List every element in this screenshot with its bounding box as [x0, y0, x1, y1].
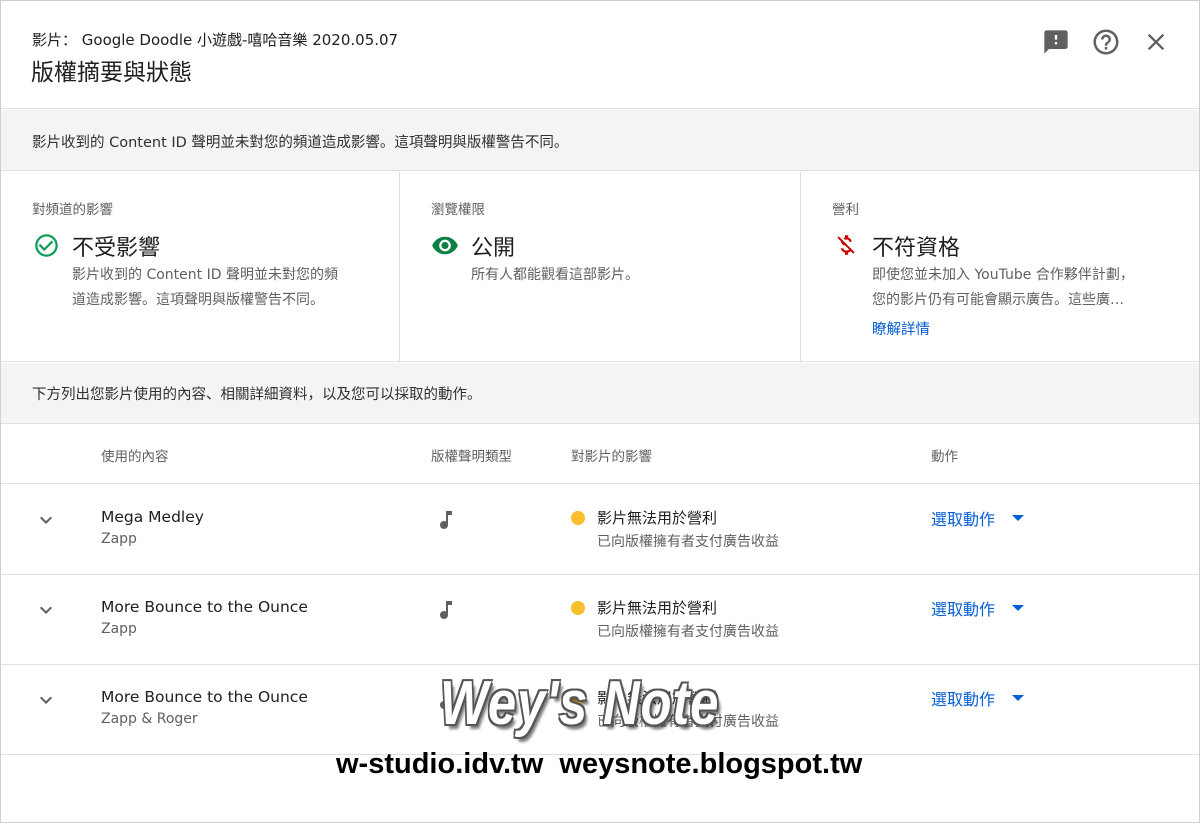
music-note-icon — [434, 597, 458, 623]
select-action-label: 選取動作 — [931, 690, 996, 709]
chevron-down-icon[interactable] — [33, 687, 59, 713]
channel-impact-desc: 影片收到的 Content ID 聲明並未對您的頻 道造成影響。這項聲明與版權警… — [72, 263, 372, 313]
dialog-header: 影片： Google Doodle 小遊戲-嘻哈音樂 2020.05.07 版權… — [1, 1, 1199, 109]
monetization-value: 不符資格 — [872, 236, 961, 261]
table-row: Mega Medley Zapp 影片無法用於營利 已向版權擁有者支付廣告收益 … — [1, 485, 1199, 575]
select-action-button[interactable]: 選取動作 — [931, 686, 1025, 710]
watermark-urls: w-studio.idv.tw weysnote.blogspot.tw — [336, 748, 863, 780]
feedback-icon[interactable] — [1041, 27, 1071, 57]
status-dot — [571, 511, 585, 525]
monetization-card: 營利 不符資格 即使您並未加入 YouTube 合作夥伴計劃， 您的影片仍有可能… — [801, 172, 1199, 362]
column-header-action: 動作 — [931, 449, 958, 465]
impact-subtext: 已向版權擁有者支付廣告收益 — [597, 624, 779, 640]
dropdown-arrow-icon — [1012, 515, 1025, 521]
impact-text: 影片無法用於營利 — [597, 599, 718, 617]
impact-subtext: 已向版權擁有者支付廣告收益 — [597, 534, 779, 550]
content-artist: Zapp & Roger — [101, 711, 198, 727]
close-icon[interactable] — [1141, 27, 1171, 57]
monetization-desc: 即使您並未加入 YouTube 合作夥伴計劃， 您的影片仍有可能會顯示廣告。這些… — [872, 263, 1172, 313]
no-monetization-icon — [832, 231, 860, 259]
watermark-logo: Wey's Note — [440, 669, 720, 738]
channel-impact-desc-line: 道造成影響。這項聲明與版權警告不同。 — [72, 292, 324, 308]
select-action-label: 選取動作 — [931, 510, 996, 529]
channel-impact-desc-line: 影片收到的 Content ID 聲明並未對您的頻 — [72, 267, 338, 283]
visibility-desc-line: 所有人都能觀看這部影片。 — [471, 267, 639, 283]
content-id-notice: 影片收到的 Content ID 聲明並未對您的頻道造成影響。這項聲明與版權警告… — [1, 110, 1199, 171]
content-list-notice: 下方列出您影片使用的內容、相關詳細資料，以及您可以採取的動作。 — [1, 363, 1199, 424]
column-header-claim-type: 版權聲明類型 — [431, 449, 512, 465]
content-title: Mega Medley — [101, 508, 204, 526]
eye-icon — [431, 231, 459, 259]
table-header: 使用的內容 版權聲明類型 對影片的影響 動作 — [1, 424, 1199, 484]
channel-impact-value: 不受影響 — [72, 236, 161, 261]
monetization-desc-line: 即使您並未加入 YouTube 合作夥伴計劃， — [872, 267, 1134, 283]
impact-text: 影片無法用於營利 — [597, 509, 718, 527]
select-action-label: 選取動作 — [931, 600, 996, 619]
content-artist: Zapp — [101, 531, 137, 547]
visibility-desc: 所有人都能觀看這部影片。 — [471, 263, 771, 288]
content-artist: Zapp — [101, 621, 137, 637]
channel-impact-label: 對頻道的影響 — [32, 202, 113, 218]
select-action-button[interactable]: 選取動作 — [931, 506, 1025, 530]
video-subtitle: 影片： Google Doodle 小遊戲-嘻哈音樂 2020.05.07 — [32, 31, 399, 49]
content-list-notice-text: 下方列出您影片使用的內容、相關詳細資料，以及您可以採取的動作。 — [32, 387, 482, 403]
check-circle-icon — [32, 231, 60, 259]
dropdown-arrow-icon — [1012, 695, 1025, 701]
content-title: More Bounce to the Ounce — [101, 688, 308, 706]
monetization-desc-line: 您的影片仍有可能會顯示廣告。這些廣… — [872, 292, 1124, 308]
channel-impact-card: 對頻道的影響 不受影響 影片收到的 Content ID 聲明並未對您的頻 道造… — [1, 172, 400, 362]
visibility-card: 瀏覽權限 公開 所有人都能觀看這部影片。 — [400, 172, 801, 362]
learn-more-link[interactable]: 瞭解詳情 — [872, 318, 930, 339]
chevron-down-icon[interactable] — [33, 507, 59, 533]
dropdown-arrow-icon — [1012, 605, 1025, 611]
content-id-notice-text: 影片收到的 Content ID 聲明並未對您的頻道造成影響。這項聲明與版權警告… — [32, 135, 569, 151]
status-cards: 對頻道的影響 不受影響 影片收到的 Content ID 聲明並未對您的頻 道造… — [1, 172, 1199, 362]
column-header-impact: 對影片的影響 — [571, 449, 652, 465]
column-header-content: 使用的內容 — [101, 449, 169, 465]
content-title: More Bounce to the Ounce — [101, 598, 308, 616]
visibility-label: 瀏覽權限 — [431, 202, 485, 218]
visibility-value: 公開 — [471, 236, 516, 261]
music-note-icon — [434, 507, 458, 533]
select-action-button[interactable]: 選取動作 — [931, 596, 1025, 620]
chevron-down-icon[interactable] — [33, 597, 59, 623]
monetization-label: 營利 — [832, 202, 859, 218]
help-icon[interactable] — [1091, 27, 1121, 57]
table-row: More Bounce to the Ounce Zapp 影片無法用於營利 已… — [1, 575, 1199, 665]
status-dot — [571, 601, 585, 615]
dialog-title: 版權摘要與狀態 — [31, 60, 192, 86]
